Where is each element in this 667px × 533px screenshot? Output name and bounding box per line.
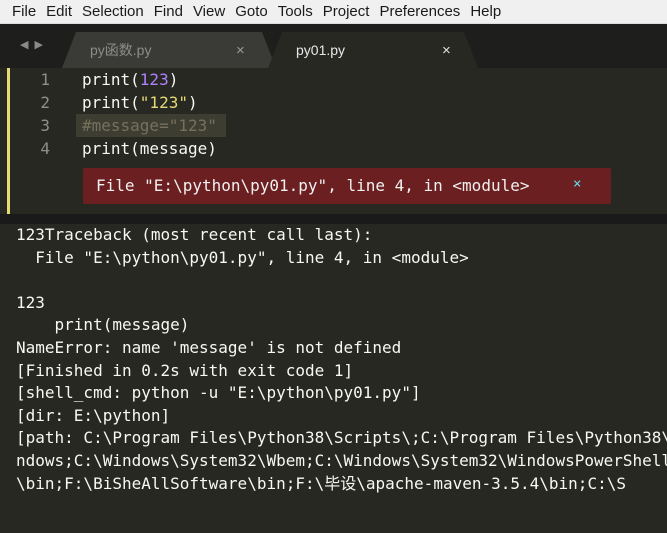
output-line: [path: C:\Program Files\Python38\Scripts… [16,428,667,448]
code-token: #message="123" [82,116,217,135]
tab-bar: ◀ ▶ py函数.py × py01.py × [0,24,667,68]
menu-preferences[interactable]: Preferences [374,0,465,24]
line-number: 2 [40,93,50,112]
code-text: #message="123" [82,114,217,137]
code-token: ) [168,70,179,89]
tab-py01[interactable]: py01.py × [268,32,478,68]
build-output-panel[interactable]: 123Traceback (most recent call last): Fi… [0,224,667,533]
code-line[interactable]: 3 #message="123" [0,114,667,137]
line-number: 4 [40,139,50,158]
line-number: 3 [40,116,50,135]
menu-goto[interactable]: Goto [230,0,273,24]
nav-left-icon[interactable]: ◀ [20,38,28,51]
tab-label: py01.py [296,42,346,58]
output-line: NameError: name 'message' is not defined [16,338,402,357]
code-token: print(message) [82,139,217,158]
menu-edit[interactable]: Edit [41,0,77,24]
code-text: print(message) [82,137,217,160]
menu-find[interactable]: Find [149,0,188,24]
inline-error-annotation: File "E:\python\py01.py", line 4, in <mo… [83,168,611,204]
output-line: [shell_cmd: python -u "E:\python\py01.py… [16,383,421,403]
code-token: 123 [139,70,169,89]
menu-bar: File Edit Selection Find View Goto Tools… [0,0,667,24]
code-line[interactable]: 1 print(123) [0,68,667,91]
code-editor[interactable]: 1 print(123) 2 print("123") 3 #message="… [0,68,667,214]
code-line[interactable]: 4 print(message) [0,137,667,160]
output-line: [Finished in 0.2s with exit code 1] [16,360,354,380]
close-icon[interactable]: × [442,42,451,59]
menu-help[interactable]: Help [465,0,506,24]
tab-py-functions[interactable]: py函数.py × [62,32,276,68]
menu-file[interactable]: File [0,0,41,24]
output-line: \bin;F:\BiSheAllSoftware\bin;F:\毕设\apach… [16,473,626,493]
menu-selection[interactable]: Selection [77,0,149,24]
output-line: File "E:\python\py01.py", line 4, in <mo… [16,247,469,267]
menu-tools[interactable]: Tools [273,0,318,24]
code-line[interactable]: 2 print("123") [0,91,667,114]
output-line: 123Traceback (most recent call last): [16,225,373,244]
menu-view[interactable]: View [188,0,230,24]
close-icon[interactable]: × [573,176,581,192]
code-token: print( [82,93,140,112]
output-line: ndows;C:\Windows\System32\Wbem;C:\Window… [16,451,667,470]
tab-nav-arrows: ◀ ▶ [20,38,43,51]
tab-label: py函数.py [90,42,152,58]
code-token: "123" [139,93,188,112]
menu-project[interactable]: Project [318,0,375,24]
error-message: File "E:\python\py01.py", line 4, in <mo… [96,176,530,195]
code-text: print("123") [82,91,198,114]
output-line: 123 [16,292,45,312]
close-icon[interactable]: × [236,42,245,59]
code-token: ) [187,93,198,112]
line-number: 1 [40,70,50,89]
output-line: print(message) [16,315,190,335]
code-token: print( [82,70,140,89]
nav-right-icon[interactable]: ▶ [34,38,42,51]
code-text: print(123) [82,68,178,91]
panel-divider[interactable] [0,214,667,224]
output-line: [dir: E:\python] [16,405,171,425]
